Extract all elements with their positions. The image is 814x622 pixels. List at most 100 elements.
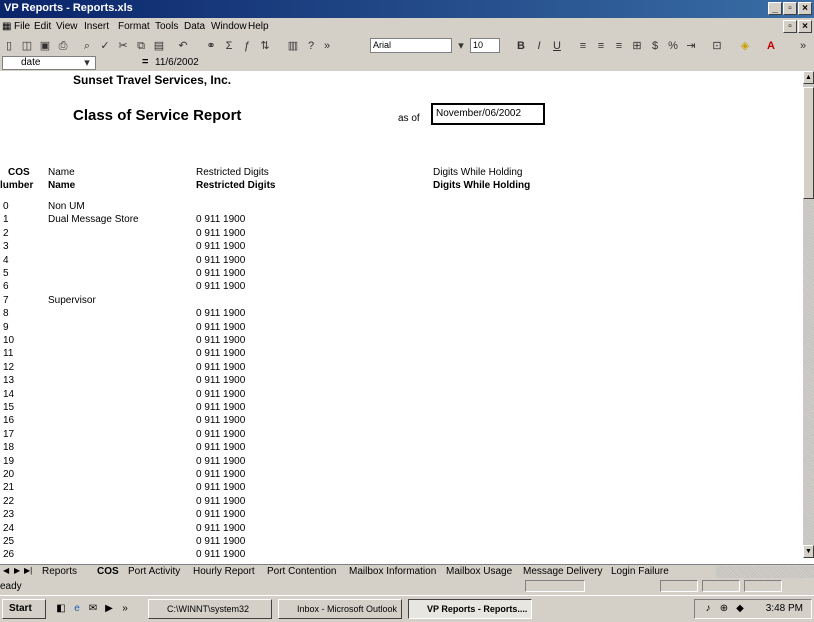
font-color-icon[interactable]: A [764,39,778,53]
indent-icon[interactable]: ⇥ [684,39,698,53]
cos-number: 13 [3,375,15,387]
borders-icon[interactable]: ⊡ [710,39,724,53]
tab-port-contention[interactable]: Port Contention [267,566,337,577]
undo-icon[interactable]: ↶ [176,39,190,53]
maximize-button[interactable]: ▫ [783,2,797,15]
merge-icon[interactable]: ⊞ [630,39,644,53]
header-restricted-bold: Restricted Digits [196,180,276,191]
as-of-label: as of [398,113,420,124]
menu-data[interactable]: Data [184,21,205,32]
menu-edit[interactable]: Edit [34,21,51,32]
menu-file[interactable]: File [14,21,30,32]
company-name: Sunset Travel Services, Inc. [73,73,232,87]
menu-window[interactable]: Window [211,21,247,32]
start-label: Start [9,603,32,614]
menu-insert[interactable]: Insert [84,21,109,32]
header-holding: Digits While Holding [433,167,523,178]
cos-number: 7 [3,294,9,306]
volume-icon[interactable]: ♪ [701,602,715,616]
table-row: 21 0 911 1900 [0,482,803,495]
tab-reports[interactable]: Reports [42,566,77,577]
autosum-icon[interactable]: Σ [222,39,236,53]
tab-next-icon[interactable]: ▶| [24,566,32,575]
align-right-icon[interactable]: ≡ [612,39,626,53]
print-icon[interactable]: ⎙ [56,39,70,53]
menu-format[interactable]: Format [118,21,150,32]
formula-input[interactable]: 11/6/2002 [155,57,199,68]
tab-first-icon[interactable]: ◀ [3,566,9,575]
more-buttons-icon[interactable]: » [320,39,334,53]
doc-restore-button[interactable]: ▫ [783,20,797,33]
menu-help[interactable]: Help [248,21,269,32]
as-of-date-cell[interactable]: November/06/2002 [431,103,545,125]
close-button[interactable]: × [798,2,812,15]
table-row: 18 0 911 1900 [0,442,803,455]
cut-icon[interactable]: ✂ [116,39,130,53]
tab-mailbox-information[interactable]: Mailbox Information [349,566,436,577]
menu-tools[interactable]: Tools [155,21,178,32]
hyperlink-icon[interactable]: ⚭ [204,39,218,53]
copy-icon[interactable]: ⧉ [134,39,148,53]
tab-hourly-report[interactable]: Hourly Report [193,566,255,577]
center-icon[interactable]: ≡ [594,39,608,53]
worksheet[interactable]: Sunset Travel Services, Inc. Class of Se… [0,71,803,558]
tab-message-delivery[interactable]: Message Delivery [523,566,602,577]
preview-icon[interactable]: ⌕ [80,39,94,53]
quicklaunch-more[interactable]: » [118,602,132,616]
restricted-digits: 0 911 1900 [196,536,246,547]
minimize-button[interactable]: _ [768,2,782,15]
scroll-up-icon[interactable]: ▲ [803,71,814,84]
media-icon[interactable]: ▶ [102,602,116,616]
tab-port-activity[interactable]: Port Activity [128,566,180,577]
table-row: 26 0 911 1900 [0,549,803,558]
desktop-icon[interactable]: ◧ [54,602,68,616]
align-left-icon[interactable]: ≡ [576,39,590,53]
outlook-icon[interactable]: ✉ [86,602,100,616]
sort-icon[interactable]: ⇅ [258,39,272,53]
cos-name: Non UM [48,201,85,212]
menu-view[interactable]: View [56,21,78,32]
restricted-digits: 0 911 1900 [196,455,246,467]
ie-icon[interactable]: e [70,602,84,616]
toolbar-more-icon[interactable]: » [796,39,810,53]
font-select[interactable]: Arial [370,38,452,53]
network-icon[interactable]: ⊕ [717,602,731,616]
chevron-down-icon[interactable]: ▾ [454,39,468,53]
task-vp-reports[interactable]: VP Reports - Reports.... [408,599,532,619]
percent-icon[interactable]: % [666,39,680,53]
open-icon[interactable]: ◫ [20,39,34,53]
currency-icon[interactable]: $ [648,39,662,53]
help-icon[interactable]: ? [304,39,318,53]
horizontal-scrollbar[interactable] [716,566,814,578]
task-outlook[interactable]: Inbox - Microsoft Outlook [278,599,402,619]
save-icon[interactable]: ▣ [38,39,52,53]
restricted-digits: 0 911 1900 [196,482,246,494]
font-size-select[interactable]: 10 [470,38,500,53]
cos-number: 17 [3,428,15,440]
tab-cos[interactable]: COS [97,566,119,577]
bold-icon[interactable]: B [514,39,528,53]
header-number: lumber [0,180,34,191]
tab-prev-icon[interactable]: ▶ [14,566,20,575]
fill-color-icon[interactable]: ◈ [738,39,752,53]
underline-icon[interactable]: U [550,39,564,53]
function-icon[interactable]: ƒ [240,39,254,53]
vertical-scrollbar[interactable]: ▲ ▼ [803,71,814,558]
start-button[interactable]: Start [2,599,46,619]
table-row: 22 0 911 1900 [0,496,803,509]
task-system32[interactable]: C:\WINNT\system32 [148,599,272,619]
new-icon[interactable]: ▯ [2,39,16,53]
scroll-thumb[interactable] [803,87,814,199]
doc-close-button[interactable]: × [798,20,812,33]
clock: 3:48 PM [765,603,803,614]
tab-login-failure[interactable]: Login Failure [611,566,669,577]
scroll-down-icon[interactable]: ▼ [803,545,814,558]
tray-app-icon[interactable]: ◆ [733,602,747,616]
italic-icon[interactable]: I [532,39,546,53]
paste-icon[interactable]: ▤ [152,39,166,53]
excel-icon[interactable]: ▦ [2,21,11,32]
chevron-down-icon[interactable]: ▾ [80,56,94,70]
tab-mailbox-usage[interactable]: Mailbox Usage [446,566,512,577]
chart-icon[interactable]: ▥ [286,39,300,53]
spell-icon[interactable]: ✓ [98,39,112,53]
